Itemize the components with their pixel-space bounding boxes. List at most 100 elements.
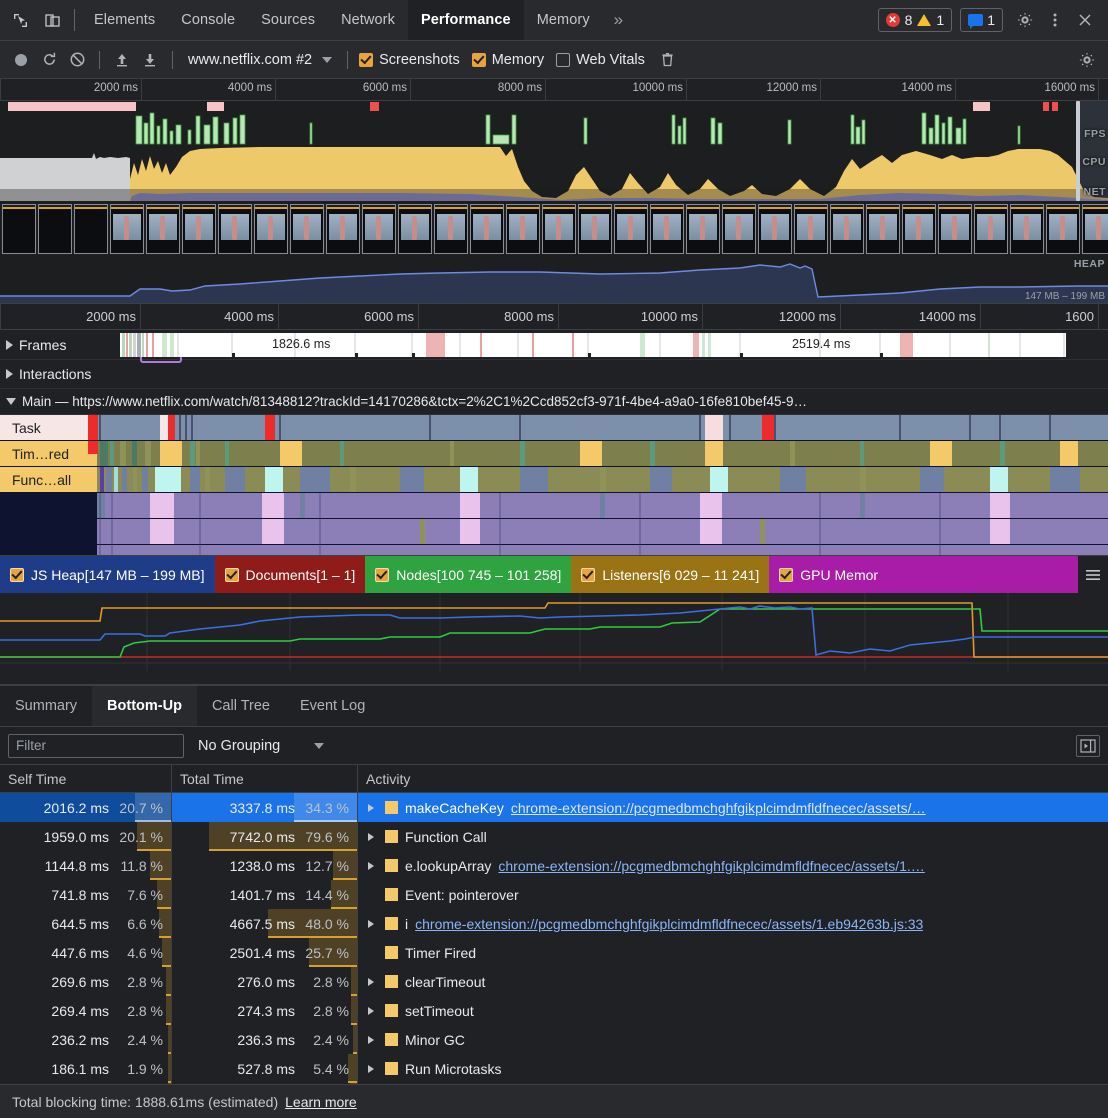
tab-memory[interactable]: Memory	[524, 0, 603, 40]
tab-performance[interactable]: Performance	[407, 0, 524, 40]
filmstrip-frame[interactable]	[866, 203, 900, 254]
inspect-element-icon[interactable]	[10, 10, 30, 30]
counter-nodes[interactable]: Nodes[100 745 – 101 258]	[365, 556, 572, 593]
table-row[interactable]: 741.8 ms 7.6 % 1401.7 ms 14.4 % Event: p…	[0, 880, 1108, 909]
tab-elements[interactable]: Elements	[81, 0, 168, 40]
tab-sources[interactable]: Sources	[248, 0, 328, 40]
device-toolbar-icon[interactable]	[42, 10, 62, 30]
expand-triangle-icon[interactable]	[364, 1064, 378, 1073]
table-row[interactable]: 644.5 ms 6.6 % 4667.5 ms 48.0 % i chrome…	[0, 909, 1108, 938]
tab-event-log[interactable]: Event Log	[285, 686, 380, 726]
timeline-tracks[interactable]: Frames 1826.6 ms 2519.4 ms Interactions …	[0, 330, 1108, 555]
gear-icon[interactable]	[1011, 6, 1039, 34]
tab-call-tree[interactable]: Call Tree	[197, 686, 285, 726]
filmstrip-frame[interactable]	[974, 203, 1008, 254]
interactions-track-header[interactable]: Interactions	[0, 366, 112, 382]
filmstrip-frame[interactable]	[830, 203, 864, 254]
filter-input[interactable]	[8, 733, 184, 758]
table-row[interactable]: 186.1 ms 1.9 % 527.8 ms 5.4 % Run Microt…	[0, 1054, 1108, 1083]
filmstrip-frame[interactable]	[254, 203, 288, 254]
issues-badge-group[interactable]: ✕ 8 1	[877, 8, 953, 32]
filmstrip-frame[interactable]	[362, 203, 396, 254]
hamburger-menu-icon[interactable]	[1078, 556, 1108, 593]
filmstrip-frame[interactable]	[650, 203, 684, 254]
web-vitals-checkbox[interactable]: Web Vitals	[554, 52, 653, 68]
tab-summary[interactable]: Summary	[0, 686, 92, 726]
main-track-header[interactable]: Main — https://www.netflix.com/watch/813…	[0, 389, 1108, 415]
table-row[interactable]: 1144.8 ms 11.8 % 1238.0 ms 12.7 % e.look…	[0, 851, 1108, 880]
main-flame-chart[interactable]: Task Tim…red Func…all	[0, 415, 1108, 555]
filmstrip-frame[interactable]	[1046, 203, 1080, 254]
activity-url[interactable]: chrome-extension://pcgmedbmchghfgikplcim…	[498, 858, 924, 874]
filmstrip-frame[interactable]	[506, 203, 540, 254]
counter-documents[interactable]: Documents[1 – 1]	[214, 556, 366, 593]
table-row[interactable]: 2016.2 ms 20.7 % 3337.8 ms 34.3 % makeCa…	[0, 793, 1108, 822]
grouping-select[interactable]: No Grouping	[192, 738, 330, 754]
expand-triangle-icon[interactable]	[364, 1006, 378, 1015]
expand-triangle-icon[interactable]	[364, 803, 378, 812]
filmstrip-frame[interactable]	[794, 203, 828, 254]
bottom-up-table-body[interactable]: 2016.2 ms 20.7 % 3337.8 ms 34.3 % makeCa…	[0, 793, 1108, 1084]
filmstrip-frame[interactable]	[542, 203, 576, 254]
frames-track-header[interactable]: Frames	[0, 337, 112, 353]
tab-console[interactable]: Console	[168, 0, 248, 40]
filmstrip-frame[interactable]	[686, 203, 720, 254]
filmstrip-frame[interactable]	[398, 203, 432, 254]
filmstrip-frame[interactable]	[434, 203, 468, 254]
more-tabs-button[interactable]: »	[603, 0, 635, 40]
filmstrip-frame[interactable]	[614, 203, 648, 254]
table-row[interactable]: 1959.0 ms 20.1 % 7742.0 ms 79.6 % Functi…	[0, 822, 1108, 851]
filmstrip-frame[interactable]	[146, 203, 180, 254]
expand-triangle-icon[interactable]	[364, 977, 378, 986]
activity-url[interactable]: chrome-extension://pcgmedbmchghfgikplcim…	[415, 916, 923, 932]
recording-selector[interactable]: www.netflix.com #2	[182, 52, 338, 68]
timeline-overview[interactable]: 2000 ms 4000 ms 6000 ms 8000 ms 10000 ms…	[0, 79, 1108, 304]
capture-settings-gear-icon[interactable]	[1074, 47, 1100, 73]
filmstrip[interactable]	[0, 201, 1108, 256]
expand-triangle-icon[interactable]	[364, 861, 378, 870]
tab-network[interactable]: Network	[328, 0, 408, 40]
memory-checkbox[interactable]: Memory	[470, 52, 552, 68]
filmstrip-frame[interactable]	[722, 203, 756, 254]
clear-icon[interactable]	[64, 47, 90, 73]
expand-triangle-icon[interactable]	[364, 919, 378, 928]
filmstrip-frame[interactable]	[2, 203, 36, 254]
trash-icon[interactable]	[655, 47, 681, 73]
table-row[interactable]: 269.6 ms 2.8 % 276.0 ms 2.8 % clearTimeo…	[0, 967, 1108, 996]
table-row[interactable]: 447.6 ms 4.6 % 2501.4 ms 25.7 % Timer Fi…	[0, 938, 1108, 967]
filmstrip-frame[interactable]	[902, 203, 936, 254]
filmstrip-frame[interactable]	[470, 203, 504, 254]
filmstrip-frame[interactable]	[38, 203, 72, 254]
frames-strip[interactable]: 1826.6 ms 2519.4 ms	[120, 333, 1066, 357]
expand-triangle-icon[interactable]	[364, 1035, 378, 1044]
table-row[interactable]: 269.4 ms 2.8 % 274.3 ms 2.8 % setTimeout	[0, 996, 1108, 1025]
filmstrip-frame[interactable]	[1082, 203, 1108, 254]
tab-bottom-up[interactable]: Bottom-Up	[92, 686, 197, 726]
table-row[interactable]: 236.2 ms 2.4 % 236.3 ms 2.4 % Minor GC	[0, 1025, 1108, 1054]
filmstrip-frame[interactable]	[578, 203, 612, 254]
counter-gpu-memory[interactable]: GPU Memor	[769, 556, 1078, 593]
close-icon[interactable]	[1071, 6, 1099, 34]
column-header-activity[interactable]: Activity	[358, 765, 1108, 792]
show-sidebar-icon[interactable]	[1076, 734, 1100, 757]
screenshots-checkbox[interactable]: Screenshots	[357, 52, 468, 68]
counter-listeners[interactable]: Listeners[6 029 – 11 241]	[571, 556, 770, 593]
filmstrip-frame[interactable]	[326, 203, 360, 254]
learn-more-link[interactable]: Learn more	[285, 1094, 357, 1110]
overview-lanes[interactable]: FPS CPU NET	[0, 101, 1108, 201]
messages-badge-group[interactable]: 1	[960, 8, 1003, 32]
filmstrip-frame[interactable]	[290, 203, 324, 254]
activity-url[interactable]: chrome-extension://pcgmedbmchghfgikplcim…	[511, 800, 926, 816]
overview-selection-handle-right[interactable]	[1076, 101, 1080, 201]
filmstrip-frame[interactable]	[758, 203, 792, 254]
kebab-menu-icon[interactable]	[1041, 6, 1069, 34]
save-profile-down-arrow-icon[interactable]	[137, 47, 163, 73]
filmstrip-frame[interactable]	[938, 203, 972, 254]
counter-js-heap[interactable]: JS Heap[147 MB – 199 MB]	[0, 556, 215, 593]
filmstrip-frame[interactable]	[1010, 203, 1044, 254]
column-header-total-time[interactable]: Total Time	[172, 765, 358, 792]
filmstrip-frame[interactable]	[74, 203, 108, 254]
record-circle-icon[interactable]	[8, 47, 34, 73]
filmstrip-frame[interactable]	[182, 203, 216, 254]
column-header-self-time[interactable]: Self Time	[0, 765, 172, 792]
